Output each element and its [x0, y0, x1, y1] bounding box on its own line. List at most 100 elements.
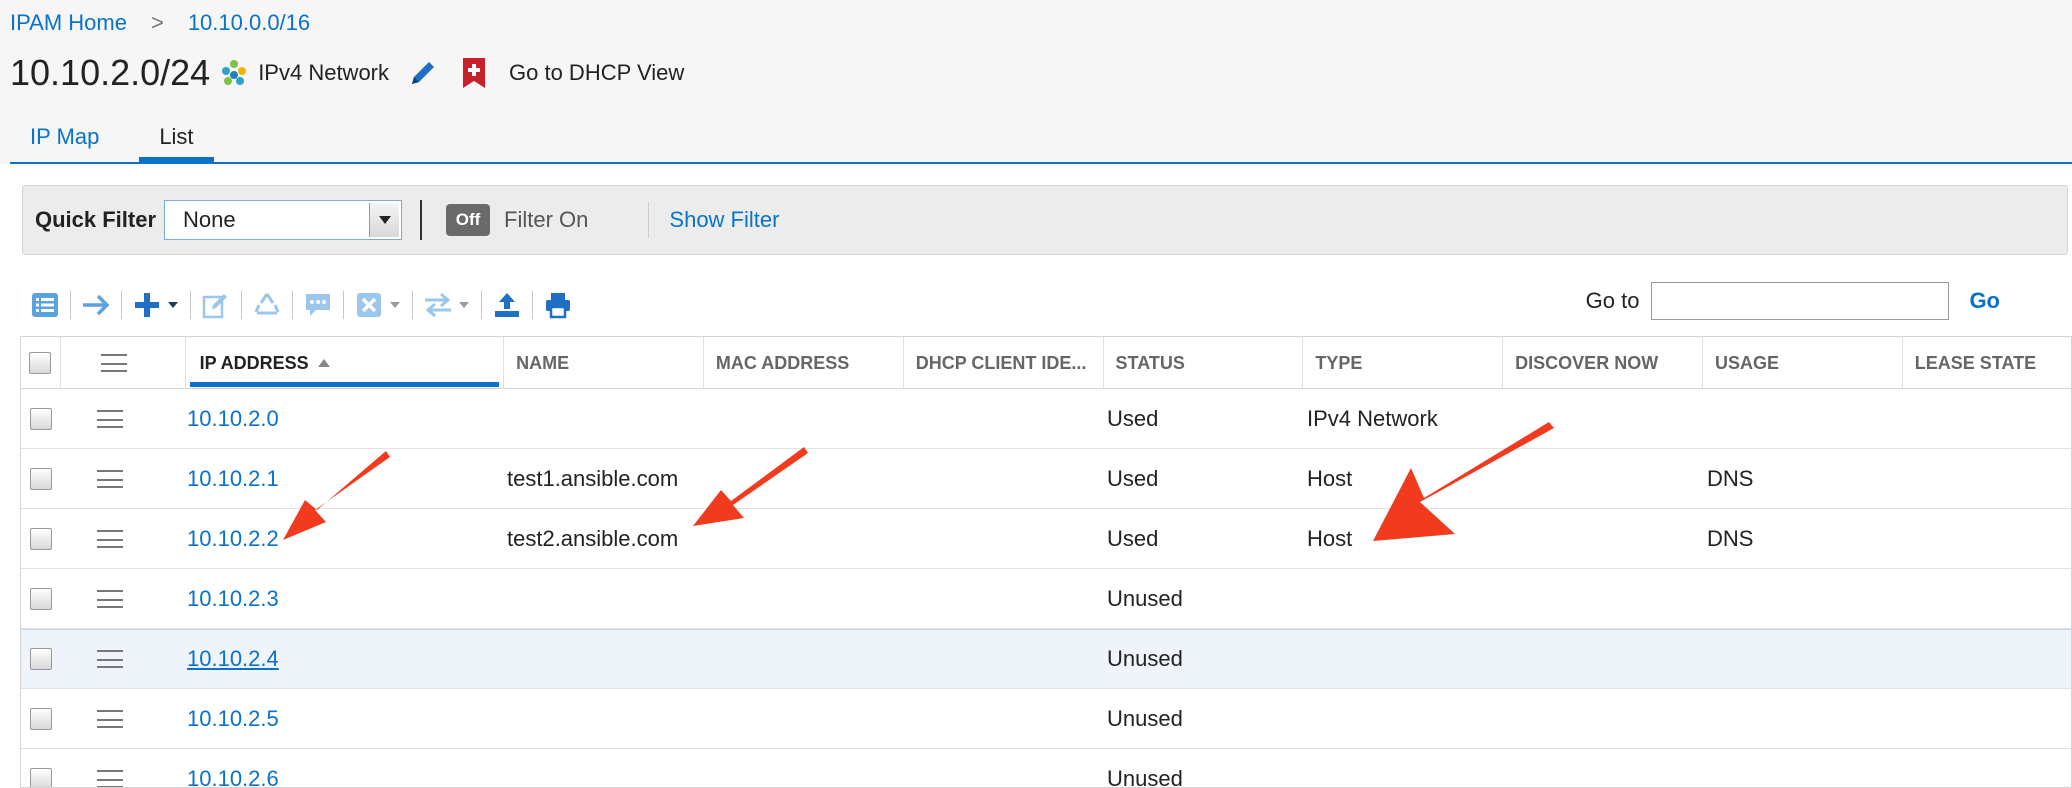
breadcrumb-ipam-home[interactable]: IPAM Home	[10, 10, 127, 36]
toolbar-separator	[70, 291, 71, 319]
row-menu-icon[interactable]	[97, 709, 123, 728]
type-cell: Host	[1307, 525, 1353, 551]
toolbar-separator	[121, 291, 122, 319]
list-view-icon[interactable]	[30, 290, 60, 320]
tab-ip-map[interactable]: IP Map	[10, 112, 119, 162]
hamburger-menu-icon[interactable]	[100, 354, 127, 372]
row-checkbox[interactable]	[30, 648, 52, 670]
usage-cell: DNS	[1707, 465, 1754, 491]
filter-toggle[interactable]: Off	[446, 204, 491, 236]
table-row[interactable]: 10.10.2.5 Unused	[21, 689, 2071, 749]
column-header-status[interactable]: STATUS	[1104, 337, 1304, 389]
delete-dropdown-caret-icon[interactable]	[388, 290, 402, 320]
print-icon[interactable]	[543, 290, 573, 320]
row-menu-icon[interactable]	[97, 409, 123, 428]
quick-filter-select[interactable]: None	[164, 200, 403, 240]
swap-dropdown-caret-icon[interactable]	[457, 290, 471, 320]
row-menu-icon[interactable]	[97, 469, 123, 488]
row-menu-cell	[61, 650, 187, 668]
quick-filter-bar: Quick Filter None Off Filter On Show Fil…	[22, 185, 2068, 255]
row-menu-icon[interactable]	[97, 769, 123, 787]
table-row[interactable]: 10.10.2.1 test1.ansible.com Used Host DN…	[21, 449, 2071, 509]
row-checkbox-cell	[21, 648, 61, 670]
breadcrumb-parent-network[interactable]: 10.10.0.0/16	[188, 10, 310, 36]
view-tabs: IP Map List	[10, 112, 2072, 164]
type-cell: IPv4 Network	[1307, 405, 1438, 431]
filter-on-label: Filter On	[504, 207, 589, 232]
row-checkbox[interactable]	[30, 527, 52, 550]
comment-icon[interactable]	[303, 290, 333, 320]
table-row[interactable]: 10.10.2.3 Unused	[21, 569, 2071, 629]
column-header-lease-state[interactable]: LEASE STATE	[1903, 337, 2071, 389]
column-header-type[interactable]: TYPE	[1303, 337, 1504, 389]
toolbar-separator	[190, 291, 191, 319]
ip-address-link[interactable]: 10.10.2.6	[187, 766, 279, 788]
sort-ascending-icon	[317, 359, 330, 367]
delete-icon[interactable]	[354, 290, 384, 320]
row-menu-icon[interactable]	[97, 589, 123, 608]
grid-header: IP ADDRESS NAME MAC ADDRESS DHCP CLIENT …	[21, 337, 2071, 389]
row-menu-cell	[61, 409, 187, 428]
column-header-name[interactable]: NAME	[504, 337, 704, 389]
status-cell: Unused	[1107, 585, 1183, 611]
go-button[interactable]: Go	[1969, 288, 2000, 314]
dhcp-bookmark-icon[interactable]	[461, 56, 487, 90]
row-checkbox-cell	[21, 527, 61, 550]
add-icon[interactable]	[132, 290, 162, 320]
edit-icon[interactable]	[201, 290, 231, 320]
arrow-right-icon[interactable]	[81, 290, 111, 320]
name-cell: test1.ansible.com	[507, 465, 679, 491]
row-checkbox[interactable]	[30, 707, 52, 730]
toolbar-separator	[532, 291, 533, 319]
add-dropdown-caret-icon[interactable]	[166, 290, 180, 320]
ip-address-link[interactable]: 10.10.2.0	[187, 406, 279, 431]
row-menu-cell	[61, 529, 187, 548]
column-header-ip-address-label: IP ADDRESS	[199, 352, 309, 373]
type-cell: Host	[1307, 465, 1353, 491]
recycle-icon[interactable]	[252, 290, 282, 320]
column-menu-header	[61, 337, 186, 389]
row-checkbox[interactable]	[30, 587, 52, 610]
status-cell: Used	[1107, 405, 1159, 431]
column-header-discover-now[interactable]: DISCOVER NOW	[1503, 337, 1703, 389]
network-type-label: IPv4 Network	[258, 60, 390, 85]
select-all-checkbox[interactable]	[29, 352, 51, 374]
go-to-dhcp-view-link[interactable]: Go to DHCP View	[509, 60, 684, 86]
table-row-hovered[interactable]: 10.10.2.4 Unused	[21, 629, 2071, 689]
toolbar-separator	[292, 291, 293, 319]
table-row[interactable]: 10.10.2.0 Used IPv4 Network	[21, 389, 2071, 449]
row-menu-icon[interactable]	[97, 529, 123, 548]
row-checkbox[interactable]	[30, 407, 52, 430]
ip-address-link[interactable]: 10.10.2.4	[187, 646, 279, 671]
row-menu-icon[interactable]	[97, 650, 123, 668]
ip-address-link[interactable]: 10.10.2.2	[187, 526, 279, 551]
ip-cell: 10.10.2.1	[187, 466, 507, 492]
usage-cell: DNS	[1707, 525, 1754, 551]
column-header-dhcp-client-identifier[interactable]: DHCP CLIENT IDE...	[904, 337, 1104, 389]
row-checkbox[interactable]	[30, 767, 52, 787]
ip-address-link[interactable]: 10.10.2.3	[187, 586, 279, 611]
status-cell: Used	[1107, 465, 1159, 491]
export-icon[interactable]	[492, 290, 522, 320]
swap-icon[interactable]	[423, 290, 453, 320]
dropdown-arrow-icon[interactable]	[369, 203, 400, 237]
ip-cell: 10.10.2.6	[187, 766, 507, 788]
column-header-ip-address[interactable]: IP ADDRESS	[186, 337, 505, 389]
goto-section: Go to Go	[1586, 282, 2000, 320]
pencil-icon[interactable]	[407, 57, 439, 89]
table-row[interactable]: 10.10.2.2 test2.ansible.com Used Host DN…	[21, 509, 2071, 569]
quick-filter-value: None	[183, 207, 236, 232]
tab-list[interactable]: List	[139, 112, 214, 162]
row-menu-cell	[61, 709, 187, 728]
show-filter-link[interactable]: Show Filter	[669, 207, 779, 233]
status-cell: Used	[1107, 525, 1159, 551]
row-checkbox[interactable]	[30, 467, 52, 490]
goto-input[interactable]	[1651, 282, 1950, 320]
table-row[interactable]: 10.10.2.6 Unused	[21, 749, 2071, 788]
column-header-usage[interactable]: USAGE	[1703, 337, 1903, 389]
grid-toolbar	[30, 285, 573, 325]
ip-address-link[interactable]: 10.10.2.1	[187, 466, 279, 491]
column-header-mac-address[interactable]: MAC ADDRESS	[704, 337, 904, 389]
ip-cell: 10.10.2.3	[187, 586, 507, 612]
ip-address-link[interactable]: 10.10.2.5	[187, 706, 279, 731]
